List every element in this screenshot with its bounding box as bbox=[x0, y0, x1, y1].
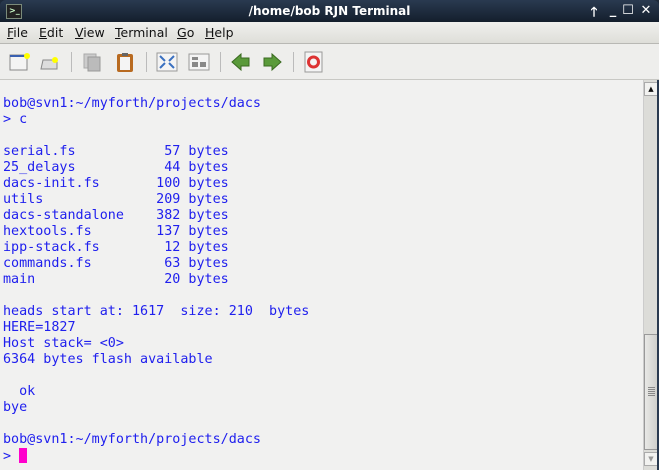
menu-go[interactable]: Go bbox=[177, 25, 194, 40]
terminal-line: bob@svn1:~/myforth/projects/dacs bbox=[3, 96, 261, 111]
toolbar-separator bbox=[146, 52, 147, 72]
new-tab-icon[interactable] bbox=[38, 51, 60, 73]
scroll-up-arrow-icon[interactable]: ▲ bbox=[644, 82, 658, 96]
terminal-line: main 20 bytes bbox=[3, 272, 229, 287]
fullscreen-icon[interactable] bbox=[156, 51, 178, 73]
menu-terminal[interactable]: Terminal bbox=[115, 25, 168, 40]
menu-file[interactable]: File bbox=[7, 25, 28, 40]
back-arrow-icon[interactable] bbox=[230, 51, 252, 73]
terminal-line: utils 209 bytes bbox=[3, 192, 229, 207]
terminal-line: commands.fs 63 bytes bbox=[3, 256, 229, 271]
paste-icon[interactable] bbox=[114, 51, 136, 73]
scrollbar-thumb[interactable] bbox=[644, 334, 658, 450]
grip-icon bbox=[648, 387, 655, 397]
scroll-down-arrow-icon[interactable]: ▼ bbox=[644, 452, 658, 466]
tile-icon[interactable] bbox=[188, 51, 210, 73]
window-title: /home/bob RJN Terminal bbox=[248, 4, 411, 18]
terminal-line: > c bbox=[3, 112, 28, 127]
terminal-line: heads start at: 1617 size: 210 bytes bbox=[3, 304, 310, 319]
help-lifebuoy-icon[interactable] bbox=[303, 51, 325, 73]
terminal-prompt-line: > bbox=[0, 448, 643, 464]
text-cursor bbox=[19, 448, 28, 463]
copy-icon[interactable] bbox=[81, 51, 103, 73]
new-window-icon[interactable] bbox=[8, 51, 30, 73]
terminal-line: Host stack= <0> bbox=[3, 336, 124, 351]
terminal-line: ok bbox=[3, 384, 36, 399]
toolbar bbox=[0, 44, 659, 80]
minimize-button[interactable]: _ bbox=[605, 3, 621, 18]
menu-help[interactable]: Help bbox=[205, 25, 234, 40]
terminal-line: bye bbox=[3, 400, 28, 415]
forward-arrow-icon[interactable] bbox=[261, 51, 283, 73]
menu-bar: File Edit View Terminal Go Help bbox=[0, 22, 659, 44]
terminal-line: hextools.fs 137 bytes bbox=[3, 224, 229, 239]
terminal-line: dacs-init.fs 100 bytes bbox=[3, 176, 229, 191]
close-button[interactable]: ✕ bbox=[638, 3, 654, 18]
menu-view[interactable]: View bbox=[75, 25, 105, 40]
terminal-line: ipp-stack.fs 12 bytes bbox=[3, 240, 229, 255]
menu-edit[interactable]: Edit bbox=[39, 25, 63, 40]
title-bar[interactable]: >_ /home/bob RJN Terminal 🡑 _ ☐ ✕ bbox=[0, 0, 659, 23]
toolbar-separator bbox=[71, 52, 72, 72]
terminal-line: 6364 bytes flash available bbox=[3, 352, 213, 367]
toolbar-separator bbox=[293, 52, 294, 72]
terminal-line: bob@svn1:~/myforth/projects/dacs bbox=[3, 432, 261, 447]
maximize-button[interactable]: ☐ bbox=[620, 3, 636, 18]
terminal-output[interactable]: bob@svn1:~/myforth/projects/dacs > c seria… bbox=[0, 80, 643, 470]
terminal-line: serial.fs 57 bytes bbox=[3, 144, 229, 159]
vertical-scrollbar[interactable]: ▲ ▼ bbox=[643, 80, 658, 470]
toolbar-separator bbox=[220, 52, 221, 72]
terminal-line: dacs-standalone 382 bytes bbox=[3, 208, 229, 223]
terminal-line: 25_delays 44 bytes bbox=[3, 160, 229, 175]
terminal-line: HERE=1827 bbox=[3, 320, 76, 335]
